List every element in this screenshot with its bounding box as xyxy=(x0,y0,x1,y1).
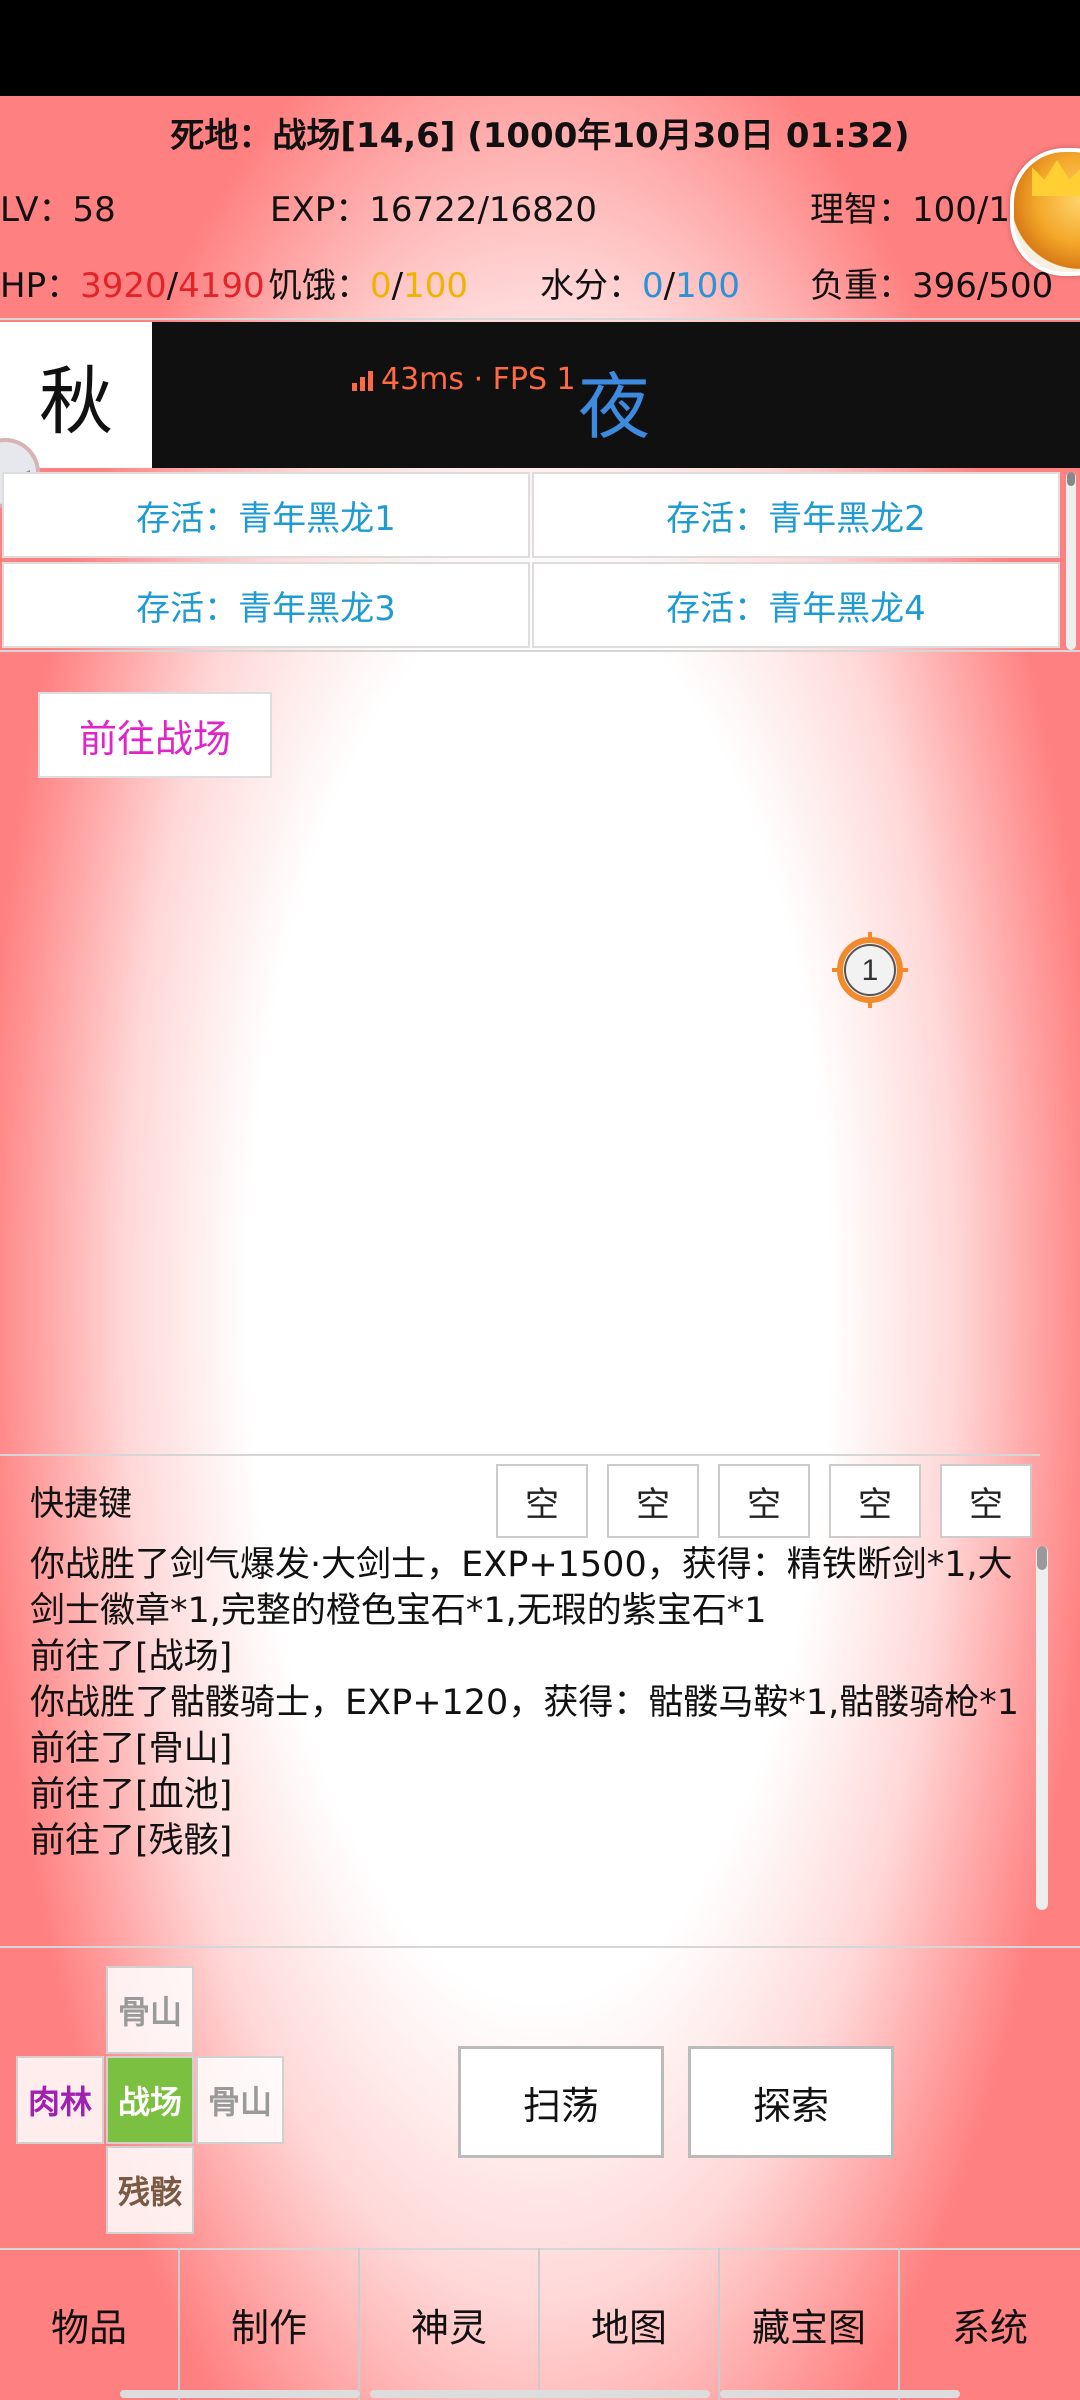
shortcut-slot[interactable]: 空 xyxy=(496,1464,588,1538)
minimap-north[interactable]: 骨山 xyxy=(106,1966,194,2054)
shortcut-slot[interactable]: 空 xyxy=(718,1464,810,1538)
minimap-current[interactable]: 战场 xyxy=(106,2056,194,2144)
log-entry: 前往了[战场] xyxy=(30,1637,233,1677)
hp-label: HP： xyxy=(0,266,81,306)
location-title: 死地：战场[14,6] (1000年10月30日 01:32) xyxy=(170,116,910,156)
shortcut-label: 快捷键 xyxy=(30,1484,132,1524)
water-stat: 水分：0/100 xyxy=(540,258,740,307)
load-value: 396/500 xyxy=(912,266,1054,306)
water-separator: / xyxy=(663,266,676,306)
divider xyxy=(0,1946,1080,1948)
exp-stat: EXP：16722/16820 xyxy=(270,182,597,231)
sanity-value: 100/10 xyxy=(912,190,1012,230)
signal-icon xyxy=(352,369,373,391)
water-label: 水分： xyxy=(540,266,642,306)
gesture-bar xyxy=(120,2390,960,2400)
divider xyxy=(0,1454,1040,1456)
sanity-stat: 理智：100/10 xyxy=(810,182,1012,231)
level-stat: LV：58 xyxy=(0,182,116,231)
avatar[interactable] xyxy=(1010,148,1080,276)
shortcut-slot[interactable]: 空 xyxy=(829,1464,921,1538)
hp-stat: HP：3920/4190 xyxy=(0,258,265,307)
level-value: 58 xyxy=(72,190,116,230)
nav-items[interactable]: 物品 xyxy=(0,2248,180,2400)
load-stat: 负重：396/500 xyxy=(810,258,1060,307)
water-max: 100 xyxy=(675,266,741,306)
shortcut-slot[interactable]: 空 xyxy=(940,1464,1032,1538)
hp-separator: / xyxy=(166,266,179,306)
divider xyxy=(0,318,1080,320)
status-bar xyxy=(0,0,1080,96)
log-entry: 你战胜了剑气爆发·大剑士，EXP+1500，获得：精铁断剑*1,大剑士徽章*1,… xyxy=(30,1545,1013,1631)
nav-crafting[interactable]: 制作 xyxy=(180,2248,360,2400)
load-label: 负重： xyxy=(810,266,912,306)
task-item[interactable]: 存活：青年黑龙2 xyxy=(532,472,1060,558)
hunger-separator: / xyxy=(391,266,404,306)
hp-max: 4190 xyxy=(178,266,265,306)
hp-current: 3920 xyxy=(80,266,167,306)
minimap-west[interactable]: 肉林 xyxy=(16,2056,104,2144)
log-scrollbar[interactable] xyxy=(1036,1546,1048,1910)
network-text: 43ms · FPS 1 xyxy=(381,362,576,397)
log-entry: 前往了[残骸] xyxy=(30,1821,233,1861)
minimap-south[interactable]: 残骸 xyxy=(106,2146,194,2234)
task-item[interactable]: 存活：青年黑龙1 xyxy=(2,472,530,558)
hunger-stat: 饥饿：0/100 xyxy=(268,258,468,307)
task-item[interactable]: 存活：青年黑龙4 xyxy=(532,562,1060,648)
sanity-label: 理智： xyxy=(810,190,912,230)
explore-button[interactable]: 探索 xyxy=(688,2046,894,2158)
location-marker[interactable]: 1 xyxy=(830,930,910,1010)
shortcut-slot[interactable]: 空 xyxy=(607,1464,699,1538)
minimap-east[interactable]: 骨山 xyxy=(196,2056,284,2144)
bottom-nav: 物品 制作 神灵 地图 藏宝图 系统 xyxy=(0,2248,1080,2400)
water-current: 0 xyxy=(642,266,664,306)
daytime-indicator: 夜 xyxy=(578,365,651,449)
marker-number: 1 xyxy=(862,954,879,987)
hunger-max: 100 xyxy=(403,266,469,306)
level-label: LV： xyxy=(0,190,73,230)
nav-deities[interactable]: 神灵 xyxy=(360,2248,540,2400)
goto-battlefield-button[interactable]: 前往战场 xyxy=(38,692,272,778)
log-entry: 前往了[骨山] xyxy=(30,1729,233,1769)
crown-icon xyxy=(1032,160,1080,196)
exp-label: EXP： xyxy=(270,190,370,230)
sweep-button[interactable]: 扫荡 xyxy=(458,2046,664,2158)
task-scrollbar[interactable] xyxy=(1066,472,1076,650)
log-entry: 你战胜了骷髅骑士，EXP+120，获得：骷髅马鞍*1,骷髅骑枪*1 xyxy=(30,1683,1019,1723)
hunger-current: 0 xyxy=(370,266,392,306)
network-indicator: 43ms · FPS 1 xyxy=(352,362,576,397)
nav-map[interactable]: 地图 xyxy=(540,2248,720,2400)
divider xyxy=(0,650,1080,652)
task-item[interactable]: 存活：青年黑龙3 xyxy=(2,562,530,648)
hunger-label: 饥饿： xyxy=(268,266,370,306)
message-log: 你战胜了剑气爆发·大剑士，EXP+1500，获得：精铁断剑*1,大剑士徽章*1,… xyxy=(30,1542,1040,1864)
exp-value: 16722/16820 xyxy=(369,190,598,230)
nav-system[interactable]: 系统 xyxy=(900,2248,1080,2400)
log-entry: 前往了[血池] xyxy=(30,1775,233,1815)
nav-treasure-map[interactable]: 藏宝图 xyxy=(720,2248,900,2400)
